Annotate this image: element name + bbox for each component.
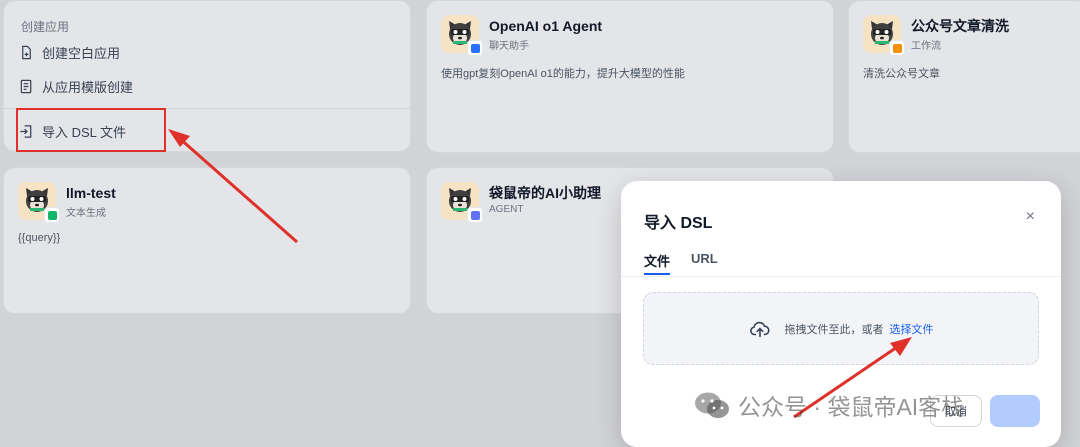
app-type-badge xyxy=(44,207,60,223)
app-description: 清洗公众号文章 xyxy=(863,68,940,80)
app-type: 聊天助手 xyxy=(489,41,529,52)
app-name: llm-test xyxy=(66,185,116,201)
create-app-title: 创建应用 xyxy=(21,20,70,34)
wechat-icon xyxy=(695,392,729,418)
create-blank-app-label: 创建空白应用 xyxy=(42,45,121,61)
template-icon xyxy=(20,79,32,93)
app-type-badge xyxy=(467,40,483,56)
app-type-badge xyxy=(889,40,905,56)
app-description: 使用gpt复刻OpenAI o1的能力，提升大模型的性能 xyxy=(441,68,685,80)
app-avatar xyxy=(18,182,60,223)
app-card-article-cleaning[interactable]: 公众号文章清洗 工作流 清洗公众号文章 xyxy=(848,0,1080,153)
app-type-badge xyxy=(467,207,483,223)
app-avatar xyxy=(863,15,905,56)
app-type: AGENT xyxy=(489,204,524,215)
agent-icon xyxy=(470,210,480,220)
app-avatar xyxy=(441,182,483,223)
app-name: 袋鼠帝的AI小助理 xyxy=(489,185,601,201)
app-type: 文本生成 xyxy=(66,208,106,219)
app-name: OpenAI o1 Agent xyxy=(489,18,603,34)
workflow-icon xyxy=(892,43,902,53)
create-from-template-button[interactable]: 从应用模版创建 xyxy=(19,75,133,97)
dropzone-text: 拖拽文件至此，或者 xyxy=(784,323,884,336)
import-highlight-box xyxy=(16,108,166,152)
modal-title: 导入 DSL xyxy=(644,215,713,232)
app-avatar xyxy=(441,15,483,56)
close-icon[interactable]: × xyxy=(1026,209,1035,225)
choose-file-link[interactable]: 选择文件 xyxy=(890,321,934,337)
tab-divider xyxy=(621,276,1061,277)
watermark: 公众号 · 袋鼠帝AI客栈 xyxy=(694,388,964,422)
app-card-llm-test[interactable]: llm-test 文本生成 {{query}} xyxy=(3,167,411,314)
file-dropzone[interactable]: 拖拽文件至此，或者 选择文件 xyxy=(643,292,1039,365)
text-generation-icon xyxy=(47,210,57,220)
app-description: {{query}} xyxy=(18,232,61,244)
create-button[interactable] xyxy=(990,395,1040,427)
create-from-template-label: 从应用模版创建 xyxy=(42,79,134,95)
watermark-text: 公众号 · 袋鼠帝AI客栈 xyxy=(738,394,965,420)
cloud-upload-icon xyxy=(749,321,770,337)
tab-url[interactable]: URL xyxy=(691,251,718,275)
app-name: 公众号文章清洗 xyxy=(911,18,1009,34)
chat-icon xyxy=(470,43,480,53)
create-blank-app-button[interactable]: 创建空白应用 xyxy=(19,41,120,63)
app-type: 工作流 xyxy=(911,41,941,52)
app-card-openai-o1-agent[interactable]: OpenAI o1 Agent 聊天助手 使用gpt复刻OpenAI o1的能力… xyxy=(426,0,834,153)
tab-file[interactable]: 文件 xyxy=(644,251,671,275)
blank-file-icon xyxy=(22,45,31,59)
